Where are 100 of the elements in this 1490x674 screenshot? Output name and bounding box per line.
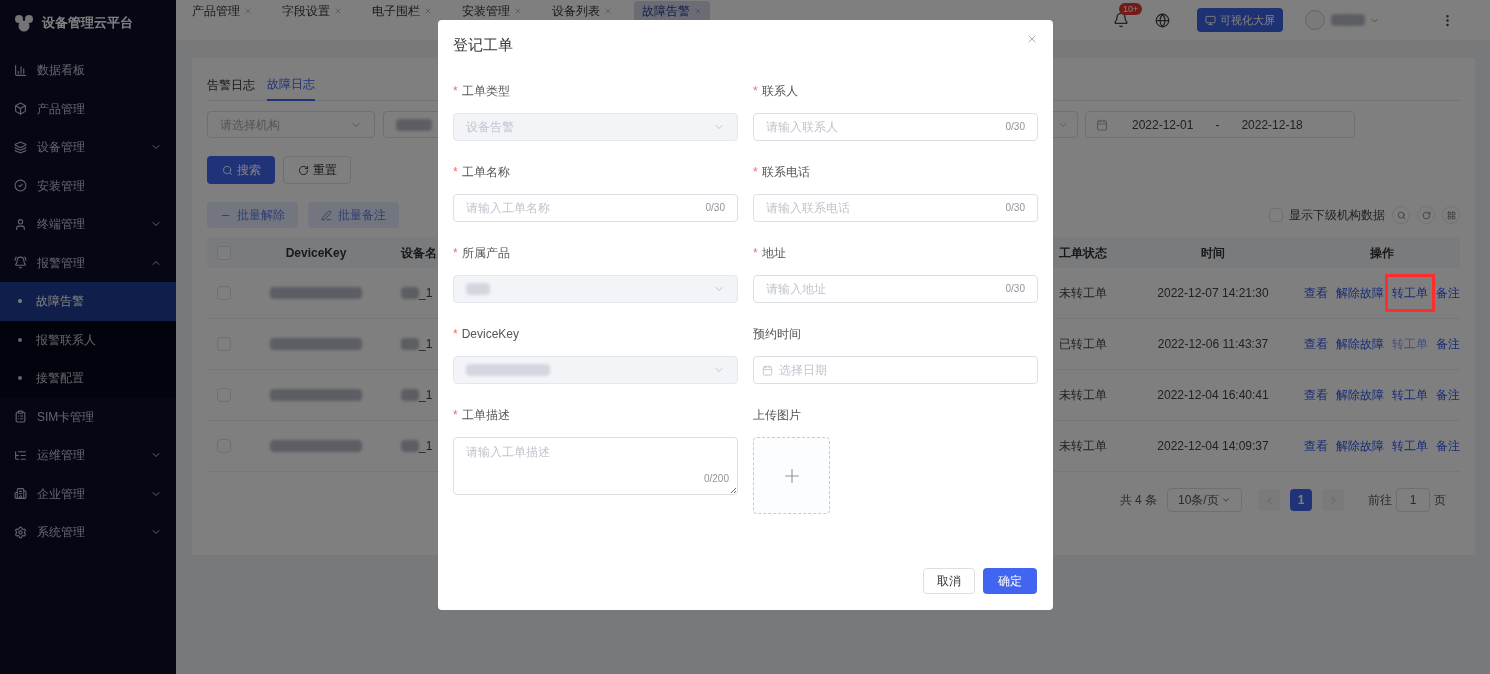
upload-box[interactable] bbox=[753, 437, 830, 514]
monitor-icon bbox=[1205, 14, 1216, 26]
reset-button[interactable]: 重置 bbox=[283, 156, 351, 184]
action-link[interactable]: 查看 bbox=[1303, 388, 1328, 402]
action-link[interactable]: 转工单 bbox=[1391, 388, 1428, 402]
search-icon bbox=[1396, 210, 1406, 220]
date-range-field[interactable]: 2022-12-01 - 2022-12-18 bbox=[1085, 111, 1355, 138]
refresh-icon bbox=[297, 164, 309, 176]
blurred-text bbox=[1331, 14, 1365, 26]
char-counter: 0/200 bbox=[703, 471, 729, 485]
avatar[interactable] bbox=[1305, 10, 1325, 30]
settings-icon bbox=[14, 525, 27, 539]
char-counter: 0/30 bbox=[705, 201, 725, 215]
sidebar-item[interactable]: 数据看板 bbox=[0, 51, 176, 90]
close-icon[interactable] bbox=[244, 6, 252, 15]
cancel-button[interactable]: 取消 bbox=[923, 568, 975, 594]
blurred-text bbox=[401, 389, 419, 401]
action-link[interactable]: 备注 bbox=[1435, 337, 1460, 351]
batch-note-button[interactable]: 批量备注 bbox=[308, 202, 399, 228]
sidebar-item[interactable]: 设备管理 bbox=[0, 128, 176, 167]
date-field[interactable]: 选择日期 bbox=[753, 356, 1038, 384]
close-icon[interactable] bbox=[334, 6, 342, 15]
close-icon[interactable] bbox=[694, 6, 702, 15]
field-label: DeviceKey bbox=[461, 326, 520, 342]
required-mark: * bbox=[753, 245, 758, 261]
column-header: 工单状态 bbox=[1059, 245, 1107, 260]
input-field[interactable]: 请输入联系电话 0/30 bbox=[753, 194, 1038, 222]
action-link[interactable]: 解除故障 bbox=[1335, 439, 1384, 453]
close-icon[interactable] bbox=[424, 6, 432, 15]
page-tab[interactable]: 故障告警 bbox=[634, 0, 710, 23]
action-link[interactable]: 备注 bbox=[1435, 286, 1460, 300]
next-page-button[interactable] bbox=[1322, 489, 1344, 511]
search-button[interactable]: 搜索 bbox=[207, 156, 275, 184]
close-icon[interactable] bbox=[1026, 33, 1038, 45]
action-link[interactable]: 查看 bbox=[1303, 337, 1328, 351]
column-header: 操作 bbox=[1369, 245, 1394, 260]
field-label: 工单类型 bbox=[461, 83, 510, 99]
sidebar-item[interactable]: 企业管理 bbox=[0, 474, 176, 513]
char-counter: 0/30 bbox=[1005, 282, 1025, 296]
brand-name: 设备管理云平台 bbox=[42, 14, 133, 32]
big-screen-button[interactable]: 可视化大屏 bbox=[1197, 8, 1283, 32]
action-link[interactable]: 解除故障 bbox=[1335, 388, 1384, 402]
page-tab[interactable]: 产品管理 bbox=[184, 0, 260, 23]
input-field[interactable]: 请输入地址 0/30 bbox=[753, 275, 1038, 303]
sidebar-item[interactable]: 系统管理 bbox=[0, 513, 176, 552]
action-link[interactable]: 转工单 bbox=[1391, 439, 1428, 453]
notification-bell-icon[interactable] bbox=[1113, 12, 1129, 28]
action-link[interactable]: 解除故障 bbox=[1335, 286, 1384, 300]
sub-org-label: 显示下级机构数据 bbox=[1289, 207, 1385, 223]
field-label: 预约时间 bbox=[753, 326, 801, 342]
table-cell: 未转工单 bbox=[1059, 439, 1107, 453]
table-cell: 未转工单 bbox=[1059, 286, 1107, 300]
input-field[interactable]: 请输入联系人 0/30 bbox=[753, 113, 1038, 141]
sidebar-item[interactable]: 报警管理 bbox=[0, 243, 176, 282]
resize-handle-icon bbox=[730, 487, 736, 493]
log-tab[interactable]: 故障日志 bbox=[267, 74, 315, 101]
table-cell: 未转工单 bbox=[1059, 388, 1107, 402]
page-size-select[interactable]: 10条/页 bbox=[1167, 488, 1242, 512]
action-link[interactable]: 转工单 bbox=[1391, 286, 1428, 300]
action-link[interactable]: 解除故障 bbox=[1335, 337, 1384, 351]
required-mark: * bbox=[753, 164, 758, 180]
page-tab[interactable]: 安装管理 bbox=[454, 0, 530, 23]
action-link[interactable]: 查看 bbox=[1303, 286, 1328, 300]
sidebar-item[interactable]: 产品管理 bbox=[0, 89, 176, 128]
layers-icon bbox=[14, 140, 27, 154]
column-header: 设备名 bbox=[401, 245, 437, 260]
check-circle-icon bbox=[14, 179, 27, 193]
field-label: 联系电话 bbox=[761, 164, 810, 180]
input-field[interactable]: 请输入工单名称 0/30 bbox=[453, 194, 738, 222]
page-tab[interactable]: 电子围栏 bbox=[364, 0, 440, 23]
refresh-icon bbox=[1421, 210, 1431, 220]
sidebar-item[interactable]: 运维管理 bbox=[0, 436, 176, 475]
sidebar-item[interactable]: 终端管理 bbox=[0, 205, 176, 244]
grid-icon bbox=[1446, 210, 1456, 220]
notification-badge: 10+ bbox=[1119, 3, 1143, 15]
page-tab[interactable]: 设备列表 bbox=[544, 0, 620, 23]
required-mark: * bbox=[453, 83, 458, 99]
list-tree-icon bbox=[14, 448, 27, 462]
sidebar-subitem[interactable]: 故障告警 bbox=[0, 282, 176, 321]
bell-icon bbox=[14, 256, 27, 270]
batch-resolve-button[interactable]: 批量解除 bbox=[207, 202, 298, 228]
page-tab[interactable]: 字段设置 bbox=[274, 0, 350, 23]
table-cell: 2022-12-07 14:21:30 bbox=[1157, 286, 1269, 300]
action-link[interactable]: 备注 bbox=[1435, 439, 1460, 453]
sidebar-subitem[interactable]: 接警配置 bbox=[0, 359, 176, 398]
goto-page-field[interactable]: 1 bbox=[1396, 488, 1430, 512]
textarea-field[interactable]: 请输入工单描述 0/200 bbox=[453, 437, 738, 495]
action-link[interactable]: 备注 bbox=[1435, 388, 1460, 402]
log-tab[interactable]: 告警日志 bbox=[207, 74, 255, 101]
globe-icon[interactable] bbox=[1155, 12, 1170, 28]
table-cell: _1 bbox=[419, 438, 433, 454]
blurred-text bbox=[401, 287, 419, 299]
action-link[interactable]: 查看 bbox=[1303, 439, 1328, 453]
blurred-text bbox=[401, 338, 419, 350]
close-icon[interactable] bbox=[514, 6, 522, 15]
field-label: 工单名称 bbox=[461, 164, 510, 180]
page-button[interactable]: 1 bbox=[1290, 489, 1312, 511]
sidebar-item[interactable]: 安装管理 bbox=[0, 166, 176, 205]
confirm-button[interactable]: 确定 bbox=[983, 568, 1037, 594]
close-icon[interactable] bbox=[604, 6, 612, 15]
